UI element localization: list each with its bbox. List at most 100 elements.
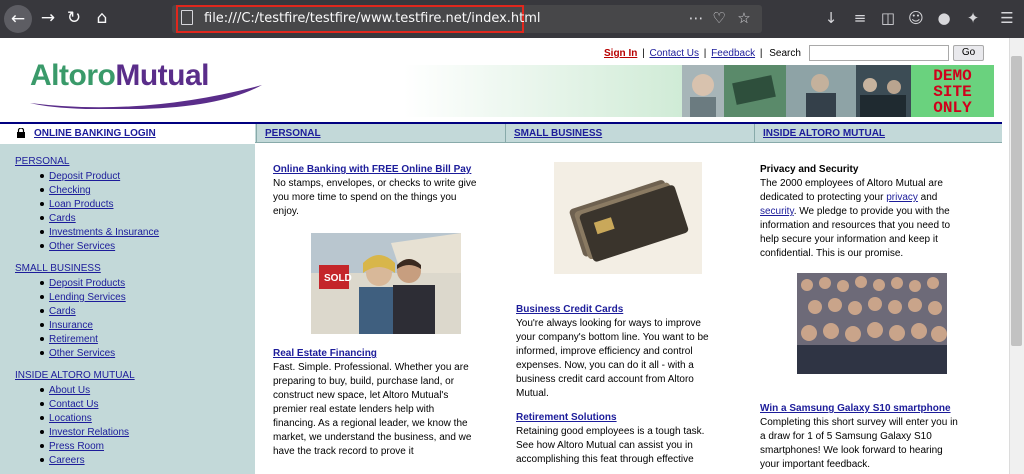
altoro-mutual-logo[interactable]: AltoroMutual xyxy=(22,57,268,109)
sidebar-item[interactable]: Cards xyxy=(40,306,76,317)
text-line: Retaining good employees is a tough task… xyxy=(516,426,705,437)
samsung-galaxy-link[interactable]: Win a Samsung Galaxy S10 smartphone xyxy=(760,403,951,414)
text-line: enjoy. xyxy=(273,206,299,217)
lock-icon xyxy=(17,128,25,138)
pocket-icon[interactable]: ♡ xyxy=(708,7,730,29)
sidebar-item[interactable]: Cards xyxy=(40,213,76,224)
url-text[interactable]: file:///C:/testfire/testfire/www.testfir… xyxy=(204,11,541,26)
go-button[interactable]: Go xyxy=(953,45,984,61)
sidebar-item[interactable]: Investor Relations xyxy=(40,427,129,438)
privacy-heading: Privacy and Security xyxy=(760,164,859,175)
text-line: your company's bottom line. You want to … xyxy=(516,332,709,343)
search-input[interactable] xyxy=(809,45,949,61)
tab-small-business[interactable]: SMALL BUSINESS xyxy=(505,124,754,143)
sidebar-item[interactable]: Loan Products xyxy=(40,199,114,210)
top-links: Sign In | Contact Us | Feedback | Search xyxy=(604,48,803,59)
online-banking-login-link[interactable]: ONLINE BANKING LOGIN xyxy=(34,128,156,139)
text-line: information and resources that you need … xyxy=(760,220,951,231)
sidebar-item[interactable]: Investments & Insurance xyxy=(40,227,159,238)
text-line: financing. As a regional leader, we know… xyxy=(273,418,468,429)
tab-online-banking-login[interactable]: ONLINE BANKING LOGIN xyxy=(0,124,255,143)
text-line: security. We pledge to provide you with … xyxy=(760,206,950,217)
account-icon[interactable]: ☺ xyxy=(905,7,927,29)
real-estate-link[interactable]: Real Estate Financing xyxy=(273,348,377,359)
column-inside-altoro-2: Win a Samsung Galaxy S10 smartphone Comp… xyxy=(760,402,1000,472)
contact-us-link[interactable]: Contact Us xyxy=(650,48,699,59)
photo-couple-house: SOLD xyxy=(311,233,461,334)
sidebar-item[interactable]: Deposit Products xyxy=(40,278,125,289)
banner-photo-group xyxy=(856,65,911,117)
separator: | xyxy=(759,48,763,59)
business-credit-cards-link[interactable]: Business Credit Cards xyxy=(516,304,623,315)
text-line: Completing this short survey will enter … xyxy=(760,417,958,428)
extension-icon[interactable]: ● xyxy=(933,7,955,29)
sidebar-item[interactable]: About Us xyxy=(40,385,90,396)
library-icon[interactable]: ≡ xyxy=(849,7,871,29)
logo-text-mutual: Mutual xyxy=(115,59,209,92)
sold-sign-text: SOLD xyxy=(324,273,352,284)
separator: | xyxy=(642,48,645,59)
scrollbar-thumb[interactable] xyxy=(1011,56,1022,346)
text-line: accomplishing this feat through effectiv… xyxy=(516,454,694,465)
download-icon[interactable]: ↓ xyxy=(820,7,842,29)
home-icon[interactable]: ⌂ xyxy=(88,4,116,32)
column-small-business: Business Credit Cards You're always look… xyxy=(516,303,746,467)
sidebar-item[interactable]: Retirement xyxy=(40,334,98,345)
sidebar-heading-inside-altoro[interactable]: INSIDE ALTORO MUTUAL xyxy=(15,370,135,381)
privacy-link[interactable]: privacy xyxy=(886,192,918,203)
text-line: market, we understand the business, and … xyxy=(273,432,472,443)
retirement-solutions-link[interactable]: Retirement Solutions xyxy=(516,412,617,423)
browser-toolbar: ← → ↻ ⌂ file:///C:/testfire/testfire/www… xyxy=(0,0,1024,38)
demo-site-badge: DEMO SITE ONLY xyxy=(911,65,994,117)
text-line: business credit card account from Altoro xyxy=(516,374,694,385)
logo-text-altoro: Altoro xyxy=(30,59,116,92)
sidebar-heading-small-business[interactable]: SMALL BUSINESS xyxy=(15,263,101,274)
text-line: your important feedback. xyxy=(760,459,871,470)
text-line: Fast. Simple. Professional. Whether you … xyxy=(273,362,469,373)
text-line: help secure your information and keep it xyxy=(760,234,938,245)
banner-photo-cards xyxy=(724,65,786,117)
text-line: have the track record to prove it xyxy=(273,446,414,457)
tab-inside-altoro[interactable]: INSIDE ALTORO MUTUAL xyxy=(754,124,1002,143)
sidebar-item[interactable]: Locations xyxy=(40,413,92,424)
reload-button[interactable]: ↻ xyxy=(60,4,88,32)
sidebar-item[interactable]: Lending Services xyxy=(40,292,126,303)
feedback-link[interactable]: Feedback xyxy=(711,48,755,59)
menu-icon[interactable]: ☰ xyxy=(996,7,1018,29)
tab-personal[interactable]: PERSONAL xyxy=(256,124,505,143)
column-personal: Online Banking with FREE Online Bill Pay… xyxy=(273,163,503,219)
sidebar-item[interactable]: Contact Us xyxy=(40,399,98,410)
online-banking-link[interactable]: Online Banking with FREE Online Bill Pay xyxy=(273,164,471,175)
sidebar-icon[interactable]: ◫ xyxy=(877,7,899,29)
sidebar-item[interactable]: Insurance xyxy=(40,320,93,331)
bookmark-star-icon[interactable]: ☆ xyxy=(733,7,755,29)
tab-personal-label[interactable]: PERSONAL xyxy=(265,128,321,139)
column-personal-2: Real Estate Financing Fast. Simple. Prof… xyxy=(273,347,503,459)
sidebar-item[interactable]: Careers xyxy=(40,455,85,466)
text-line: expenses. Now, you can do it all - with … xyxy=(516,360,694,371)
search-label: Search xyxy=(769,48,801,59)
text-line: a draw for 1 of 5 Samsung Galaxy S10 xyxy=(760,431,932,442)
text-line: preparing to buy, build, purchase land, … xyxy=(273,376,455,387)
banner-photo-man xyxy=(786,65,856,117)
text-line: The 2000 employees of Altoro Mutual are xyxy=(760,178,943,189)
page-actions-icon[interactable]: ⋯ xyxy=(685,7,707,29)
sidebar-item[interactable]: Other Services xyxy=(40,241,115,252)
sidebar-item[interactable]: Other Services xyxy=(40,348,115,359)
column-inside-altoro: Privacy and Security The 2000 employees … xyxy=(760,163,1000,261)
tab-inside-altoro-label[interactable]: INSIDE ALTORO MUTUAL xyxy=(763,128,885,139)
sidebar-item[interactable]: Checking xyxy=(40,185,91,196)
security-link[interactable]: security xyxy=(760,206,794,217)
text-line: premier real estate lenders help with xyxy=(273,404,435,415)
sidebar-item[interactable]: Press Room xyxy=(40,441,104,452)
tab-small-business-label[interactable]: SMALL BUSINESS xyxy=(514,128,602,139)
photo-credit-cards xyxy=(554,162,702,274)
forward-button[interactable]: → xyxy=(34,4,62,32)
page-content: Sign In | Contact Us | Feedback | Search… xyxy=(0,38,1009,474)
text-line: construct new space, let Altoro Mutual's xyxy=(273,390,449,401)
sign-in-link[interactable]: Sign In xyxy=(604,48,637,59)
back-button[interactable]: ← xyxy=(4,5,32,33)
puzzle-icon[interactable]: ✦ xyxy=(962,7,984,29)
sidebar-heading-personal[interactable]: PERSONAL xyxy=(15,156,69,167)
sidebar-item[interactable]: Deposit Product xyxy=(40,171,120,182)
